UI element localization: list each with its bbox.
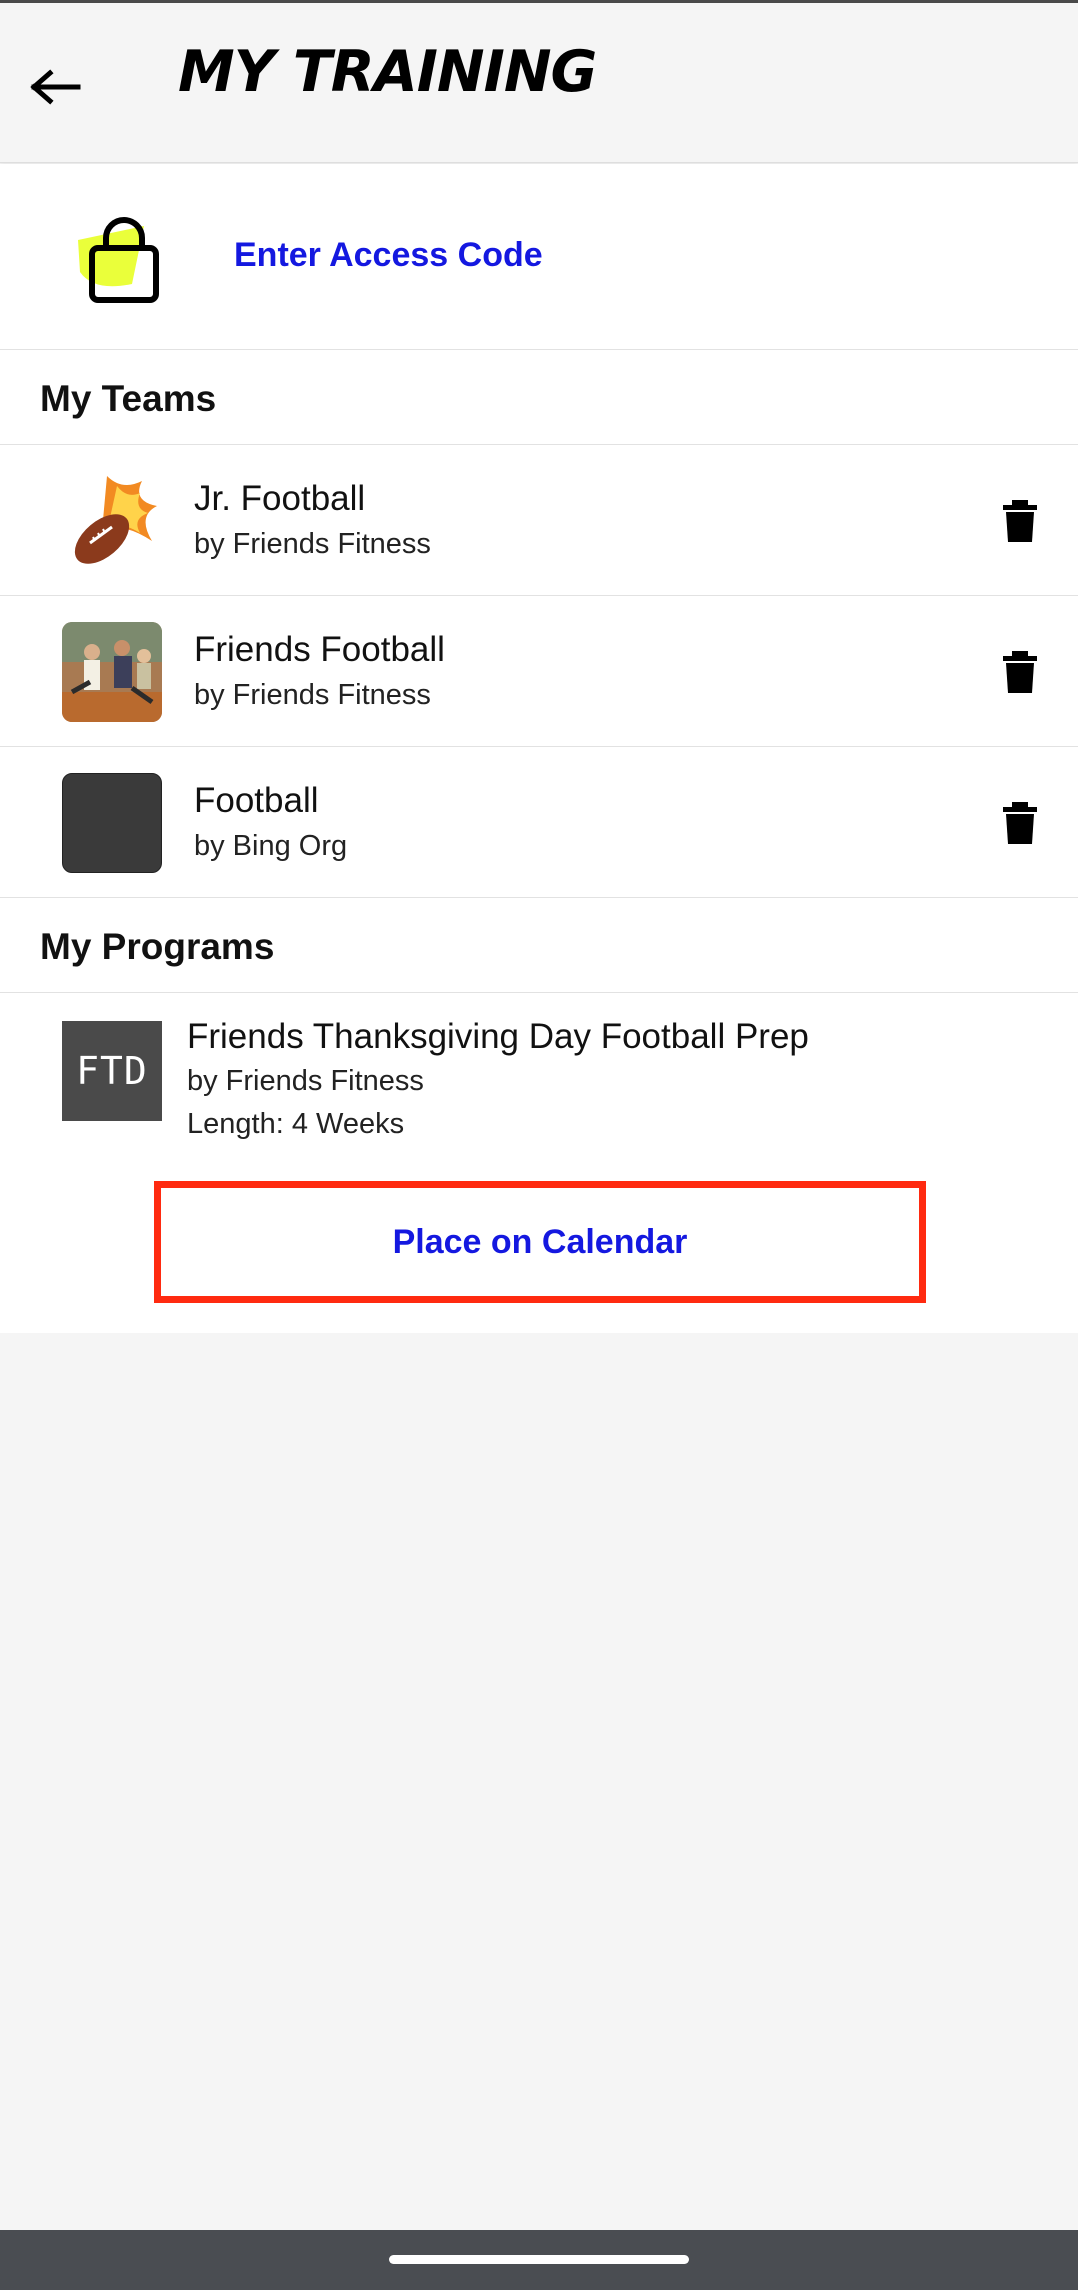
place-on-calendar-button[interactable]: Place on Calendar: [154, 1181, 926, 1303]
placeholder-image: [62, 773, 162, 873]
flaming-football-image: [62, 471, 162, 571]
team-owner: by Bing Org: [194, 830, 348, 862]
trash-icon[interactable]: [1002, 500, 1038, 542]
team-name: Football: [194, 781, 319, 820]
program-name: Friends Thanksgiving Day Football Prep: [187, 1017, 809, 1056]
team-photo-image: [62, 622, 162, 722]
enter-access-code-row[interactable]: Enter Access Code: [0, 164, 1078, 350]
section-title: My Teams: [40, 378, 217, 419]
team-item-jr-football[interactable]: Jr. Football by Friends Fitness: [0, 445, 1078, 596]
program-item[interactable]: FTD Friends Thanksgiving Day Football Pr…: [0, 993, 1078, 1163]
team-name: Friends Football: [194, 630, 445, 669]
calendar-button-container: Place on Calendar: [0, 1163, 1078, 1333]
app-header: MY TRAINING: [0, 3, 1078, 163]
program-owner: by Friends Fitness: [187, 1065, 424, 1097]
trash-icon[interactable]: [1002, 802, 1038, 844]
enter-access-code-link[interactable]: Enter Access Code: [234, 236, 543, 275]
my-programs-header: My Programs: [0, 898, 1078, 993]
team-owner: by Friends Fitness: [194, 679, 431, 711]
program-length: Length: 4 Weeks: [187, 1108, 405, 1140]
home-indicator[interactable]: [389, 2255, 689, 2264]
back-button[interactable]: [26, 57, 86, 117]
team-item-football[interactable]: Football by Bing Org: [0, 747, 1078, 898]
lock-icon: [78, 217, 159, 303]
team-item-friends-football[interactable]: Friends Football by Friends Fitness: [0, 596, 1078, 747]
team-owner: by Friends Fitness: [194, 528, 431, 560]
my-teams-header: My Teams: [0, 350, 1078, 445]
training-content: Enter Access Code My Teams Jr. Football …: [0, 164, 1078, 1333]
page-title: MY TRAINING: [178, 39, 597, 105]
system-navigation-bar: [0, 2230, 1078, 2290]
program-thumbnail: FTD: [62, 1021, 162, 1121]
trash-icon[interactable]: [1002, 651, 1038, 693]
section-title: My Programs: [40, 926, 275, 967]
arrow-left-icon: [30, 69, 81, 105]
team-name: Jr. Football: [194, 479, 366, 518]
place-on-calendar-label: Place on Calendar: [392, 1222, 688, 1261]
